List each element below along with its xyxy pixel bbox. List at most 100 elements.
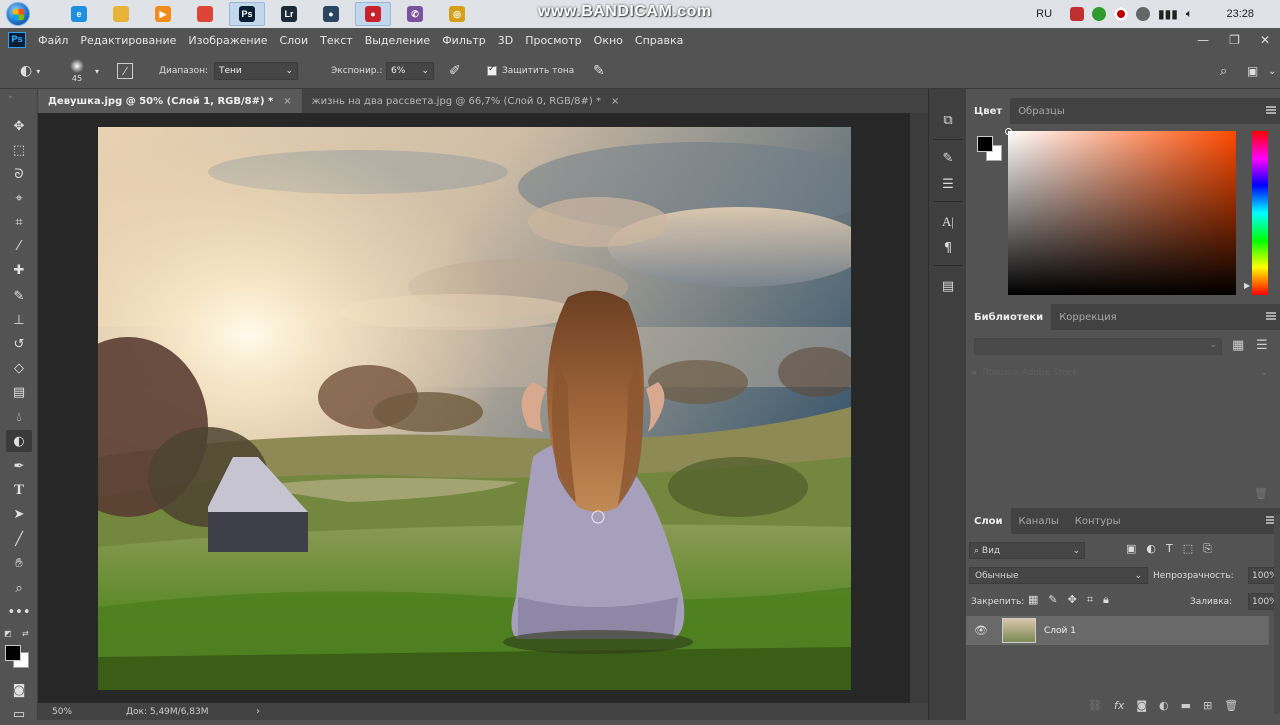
tray-app-icon[interactable]	[1092, 7, 1107, 21]
chevron-down-icon[interactable]: ⌄	[1268, 53, 1276, 89]
list-view-icon[interactable]: ☰	[1256, 338, 1268, 353]
status-menu-arrow-icon[interactable]: ›	[256, 706, 260, 717]
airbrush-icon[interactable]: ✐	[449, 53, 461, 89]
eraser-tool-icon[interactable]: ◇	[6, 357, 32, 379]
menu-item[interactable]: 3D	[498, 34, 513, 47]
vertical-scrollbar[interactable]	[910, 113, 928, 703]
hand-tool-icon[interactable]: ✋︎	[6, 552, 32, 574]
eye-visibility-icon[interactable]: 👁︎	[974, 624, 988, 637]
menu-item[interactable]: Файл	[38, 34, 68, 47]
lasso-tool-icon[interactable]: ᘐ	[6, 163, 32, 185]
marquee-tool-icon[interactable]: ⬚	[6, 139, 32, 161]
network-signal-icon[interactable]: ▮▮▮	[1158, 7, 1178, 21]
layer-style-icon[interactable]: fx	[1114, 699, 1124, 712]
burn-tool-icon[interactable]: ◐	[6, 430, 32, 452]
tab-swatches[interactable]: Образцы	[1010, 98, 1073, 124]
pressure-size-icon[interactable]: ✎	[593, 53, 605, 89]
document-image[interactable]	[98, 127, 851, 690]
panel-menu-icon[interactable]	[1266, 106, 1276, 114]
volume-icon[interactable]: 🔈︎	[1186, 8, 1193, 21]
taskbar-app-chrome[interactable]	[187, 2, 223, 26]
taskbar-app-media[interactable]: ▶	[145, 2, 181, 26]
quick-mask-icon[interactable]: ◙	[6, 679, 32, 701]
menu-item[interactable]: Справка	[635, 34, 683, 47]
tab-adjustments[interactable]: Коррекция	[1051, 304, 1124, 330]
link-layers-icon[interactable]: ⛓︎	[1088, 699, 1102, 712]
tab-paths[interactable]: Контуры	[1067, 508, 1129, 534]
hue-slider[interactable]: ▶	[1244, 131, 1268, 295]
shape-layer-filter-icon[interactable]: ⬚	[1183, 542, 1193, 556]
start-button[interactable]	[0, 0, 36, 28]
layer-name[interactable]: Слой 1	[1044, 626, 1076, 636]
taskbar-app-ie[interactable]: e	[61, 2, 97, 26]
brush-tool-icon[interactable]: ✎	[6, 285, 32, 307]
menu-item[interactable]: Редактирование	[80, 34, 176, 47]
exposure-input[interactable]: 6% ⌄	[386, 62, 434, 80]
taskbar-app-lightroom[interactable]: Lr	[271, 2, 307, 26]
record-icon[interactable]	[1114, 7, 1129, 21]
layer-row[interactable]: 👁︎ Слой 1	[966, 616, 1269, 645]
close-tab-icon[interactable]: ×	[283, 96, 291, 107]
protect-tones-checkbox[interactable]: Защитить тона	[487, 53, 574, 89]
zoom-level[interactable]: 50%	[52, 707, 114, 717]
swap-colors-icon[interactable]: ⇄	[22, 629, 29, 638]
lock-artboard-icon[interactable]: ⌗	[1087, 593, 1093, 607]
pixel-layer-filter-icon[interactable]: ▣	[1126, 542, 1136, 556]
document-tab-active[interactable]: Девушка.jpg @ 50% (Слой 1, RGB/8#) * ×	[38, 89, 302, 113]
layer-filter-select[interactable]: ⌕ Вид ⌄	[969, 542, 1085, 559]
foreground-color-swatch[interactable]	[5, 645, 21, 661]
color-picker-handle[interactable]	[1005, 128, 1012, 135]
stock-search-field[interactable]: ⌕ Поиск в Adobe Stock ⌄	[972, 366, 1272, 380]
gradient-tool-icon[interactable]: ▤	[6, 381, 32, 403]
screen-mode-icon[interactable]: ▭	[6, 703, 32, 725]
search-icon[interactable]: ⌕	[1220, 53, 1227, 89]
antivirus-icon[interactable]	[1070, 7, 1085, 21]
tab-layers[interactable]: Слои	[966, 508, 1011, 534]
menu-item[interactable]: Фильтр	[442, 34, 486, 47]
canvas-area[interactable]	[38, 113, 928, 703]
history-panel-icon[interactable]: ⧉	[937, 109, 959, 131]
taskbar-app-bandicam[interactable]: ●	[355, 2, 391, 26]
tray-circle-icon[interactable]	[1136, 7, 1151, 21]
panel-menu-icon[interactable]	[1266, 312, 1276, 320]
group-folder-icon[interactable]: ▬	[1181, 699, 1191, 712]
foreground-color-swatch[interactable]	[977, 136, 993, 152]
library-select[interactable]: ⌄	[974, 338, 1222, 355]
lock-position-icon[interactable]: ✥	[1068, 593, 1077, 607]
tab-libraries[interactable]: Библиотеки	[966, 304, 1052, 330]
menu-item[interactable]: Просмотр	[525, 34, 581, 47]
brush-panel-toggle[interactable]: ⁄	[117, 53, 133, 89]
zoom-tool-icon[interactable]: ⌕	[6, 577, 32, 599]
hue-slider-handle-icon[interactable]: ▶	[1244, 281, 1250, 290]
brush-size-picker[interactable]: 45	[70, 53, 84, 89]
menu-item[interactable]: Изображение	[188, 34, 267, 47]
type-layer-filter-icon[interactable]: T	[1166, 542, 1173, 556]
lock-all-icon[interactable]: 🔒︎	[1103, 593, 1109, 607]
language-indicator[interactable]: RU	[1036, 8, 1052, 20]
taskbar-app-camera[interactable]: ●	[313, 2, 349, 26]
paragraph-panel-icon[interactable]: ¶	[937, 237, 959, 259]
menu-item[interactable]: Выделение	[365, 34, 431, 47]
document-tab[interactable]: жизнь на два рассвета.jpg @ 66,7% (Слой …	[302, 89, 630, 113]
delete-layer-icon[interactable]: 🗑︎	[1224, 699, 1238, 712]
move-tool-icon[interactable]: ✥	[6, 115, 32, 137]
taskbar-app-coins[interactable]: ◎	[439, 2, 475, 26]
color-field-picker[interactable]	[1005, 128, 1236, 295]
healing-brush-tool-icon[interactable]: ✚	[6, 259, 32, 281]
history-brush-tool-icon[interactable]: ↺	[6, 333, 32, 355]
character-panel-icon[interactable]: A|	[937, 211, 959, 233]
menu-item[interactable]: Текст	[320, 34, 353, 47]
layer-mask-icon[interactable]: ◙	[1136, 699, 1147, 712]
taskbar-app-explorer[interactable]	[103, 2, 139, 26]
crop-tool-icon[interactable]: ⌗	[6, 211, 32, 233]
default-colors-icon[interactable]: ◩	[4, 629, 12, 638]
menu-item[interactable]: Окно	[594, 34, 623, 47]
workspace-icon[interactable]: ▣	[1247, 53, 1258, 89]
path-selection-tool-icon[interactable]: ➤	[6, 503, 32, 525]
pasteboard[interactable]	[38, 113, 910, 703]
new-layer-icon[interactable]: ⊞	[1203, 699, 1212, 712]
grid-view-icon[interactable]: ▦	[1232, 338, 1244, 353]
panel-collapse-icon[interactable]: »	[8, 93, 12, 101]
tab-channels[interactable]: Каналы	[1011, 508, 1067, 534]
clone-stamp-tool-icon[interactable]: ⊥	[6, 309, 32, 331]
